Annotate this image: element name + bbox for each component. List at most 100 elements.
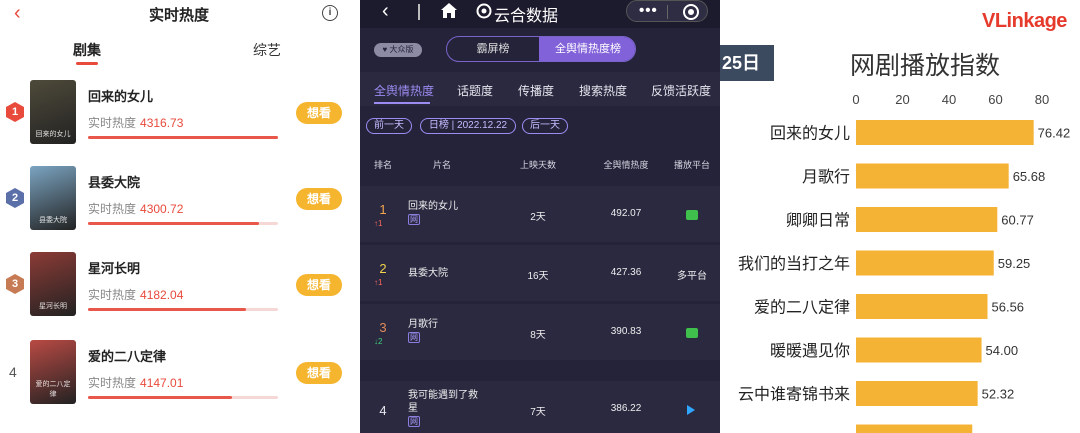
rank-change: ↑1 (374, 219, 383, 228)
want-to-watch-button[interactable]: 想看 (296, 102, 342, 124)
realtime-heat-panel: ‹ 实时热度 i 剧集 综艺 1 回来的女儿 回来的女儿 实时热度 4316.73… (0, 0, 358, 433)
bar-chart: 0 20 40 60 80 回来的女儿 76.42 月歌行 65.68 卿卿日常 60.77 我们的当… (738, 92, 1071, 433)
back-arrow-icon[interactable]: ‹ (382, 0, 389, 23)
divider (418, 4, 420, 20)
composite-screenshot: ‹ 实时热度 i 剧集 综艺 1 回来的女儿 回来的女儿 实时热度 4316.73… (0, 0, 1080, 433)
board-switch-row: ♥ 大众版 霸屏榜 全舆情热度榜 (360, 36, 720, 64)
drama-cell: 回来的女儿 网 (408, 200, 484, 226)
board-segmented-control: 霸屏榜 全舆情热度榜 (446, 36, 636, 62)
table-row[interactable]: 4 我可能遇到了救星 网 7天 386.22 (360, 379, 720, 433)
tab-search-heat[interactable]: 搜索热度 (579, 82, 627, 99)
bar (856, 207, 998, 232)
x-tick-label: 60 (988, 92, 1002, 107)
poster-image[interactable]: 回来的女儿 (30, 80, 76, 144)
poster-image[interactable]: 爱的二八定律 (30, 340, 76, 404)
tab-full-heat[interactable]: 全舆情热度 (374, 82, 434, 99)
prev-day-button[interactable]: 前一天 (366, 118, 412, 134)
data-label: 76.42 (1038, 126, 1071, 141)
tab-dominance-board[interactable]: 霸屏榜 (447, 37, 539, 61)
heat-progress-bar (88, 308, 278, 311)
heat-label: 实时热度 (88, 202, 137, 216)
want-to-watch-button[interactable]: 想看 (296, 188, 342, 210)
drama-name[interactable]: 回来的女儿 (88, 86, 153, 105)
category-label: 爱的二八定律 (754, 299, 850, 317)
drama-title: 我可能遇到了救星 (408, 390, 478, 414)
drama-name[interactable]: 星河长明 (88, 258, 140, 277)
active-tab-underline (76, 62, 98, 65)
category-label: 月歌行 (802, 168, 850, 186)
heat-row: 实时热度 4300.72 (88, 200, 183, 217)
heat-value: 4300.72 (140, 202, 184, 216)
list-item[interactable]: 2 县委大院 县委大院 实时热度 4300.72 想看 (0, 164, 358, 250)
close-mini-app-icon[interactable] (683, 4, 699, 20)
more-menu-icon[interactable]: ••• (639, 2, 658, 19)
info-icon[interactable]: i (322, 5, 338, 21)
header: ‹ 实时热度 i (0, 0, 358, 28)
web-drama-tag: 网 (408, 214, 420, 225)
heat-row: 实时热度 4182.04 (88, 286, 183, 303)
category-label: 卿卿日常 (786, 212, 850, 230)
app-brand-name: 云合数据 (494, 8, 559, 25)
data-label: 54.00 (986, 343, 1019, 358)
list-item[interactable]: 1 回来的女儿 回来的女儿 实时热度 4316.73 想看 (0, 78, 358, 164)
want-to-watch-button[interactable]: 想看 (296, 274, 342, 296)
table-row[interactable]: 3 ↓2 月歌行 网 8天 390.83 (360, 302, 720, 360)
rank-change: ↓2 (374, 337, 383, 346)
bar-partial (856, 424, 973, 433)
days-value: 7天 (530, 407, 546, 418)
data-label: 65.68 (1013, 169, 1046, 184)
x-tick-label: 80 (1035, 92, 1049, 107)
rank-number: 4 (9, 364, 17, 380)
tab-spread[interactable]: 传播度 (518, 82, 554, 99)
table-row[interactable]: 1 ↑1 回来的女儿 网 2天 492.07 (360, 184, 720, 242)
heat-label: 实时热度 (88, 116, 137, 130)
table-row[interactable]: 2 ↑1 县委大院 16天 427.36 多平台 (360, 243, 720, 301)
heat-value: 4316.73 (140, 116, 184, 130)
youku-icon (687, 405, 695, 415)
drama-name[interactable]: 爱的二八定律 (88, 346, 166, 365)
poster-image[interactable]: 星河长明 (30, 252, 76, 316)
tab-topic[interactable]: 话题度 (457, 82, 493, 99)
list-item[interactable]: 4 爱的二八定律 爱的二八定律 实时热度 4147.01 想看 (0, 338, 358, 424)
poster-caption: 星河长明 (39, 303, 67, 310)
tab-feedback-activity[interactable]: 反馈活跃度 (651, 82, 711, 99)
date-selector[interactable]: 日榜 | 2022.12.22 (420, 118, 516, 134)
data-label: 56.56 (992, 300, 1025, 315)
x-tick-label: 40 (942, 92, 956, 107)
heat-value: 492.07 (610, 208, 642, 219)
cloud-logo-icon (476, 3, 492, 19)
heat-progress-fill (88, 136, 278, 139)
list-item[interactable]: 3 星河长明 星河长明 实时热度 4182.04 想看 (0, 250, 358, 336)
date-navigation: 前一天 日榜 | 2022.12.22 后一天 (360, 114, 720, 140)
heat-value: 390.83 (610, 326, 642, 337)
tab-full-sentiment-board[interactable]: 全舆情热度榜 (539, 37, 635, 61)
want-to-watch-button[interactable]: 想看 (296, 362, 342, 384)
heat-row: 实时热度 4147.01 (88, 374, 183, 391)
drama-cell: 县委大院 (408, 267, 484, 280)
next-day-button[interactable]: 后一天 (522, 118, 568, 134)
version-label: 大众版 (389, 45, 414, 54)
rank-number: 3 (379, 320, 387, 335)
tab-variety[interactable]: 综艺 (253, 40, 281, 60)
bar (856, 294, 988, 319)
category-label: 暖暖遇见你 (770, 342, 850, 360)
heat-label: 实时热度 (88, 288, 137, 302)
heat-progress-fill (88, 308, 246, 311)
tab-series[interactable]: 剧集 (73, 40, 101, 60)
category-label: 我们的当打之年 (738, 255, 850, 273)
bar (856, 163, 1009, 189)
home-icon[interactable] (440, 2, 458, 20)
drama-title: 回来的女儿 (408, 201, 458, 212)
data-label: 60.77 (1001, 213, 1034, 228)
iqiyi-icon (686, 210, 698, 220)
drama-name[interactable]: 县委大院 (88, 172, 140, 191)
x-tick-label: 0 (852, 92, 859, 107)
heat-progress-fill (88, 396, 233, 399)
web-drama-tag: 网 (408, 332, 420, 343)
heat-progress-fill (88, 222, 259, 225)
version-badge[interactable]: ♥ 大众版 (374, 43, 422, 57)
metric-tabs: 全舆情热度 话题度 传播度 搜索热度 反馈活跃度 (360, 72, 720, 106)
poster-image[interactable]: 县委大院 (30, 166, 76, 230)
rank-number: 2 (379, 261, 387, 276)
platform-text: 多平台 (677, 271, 707, 282)
